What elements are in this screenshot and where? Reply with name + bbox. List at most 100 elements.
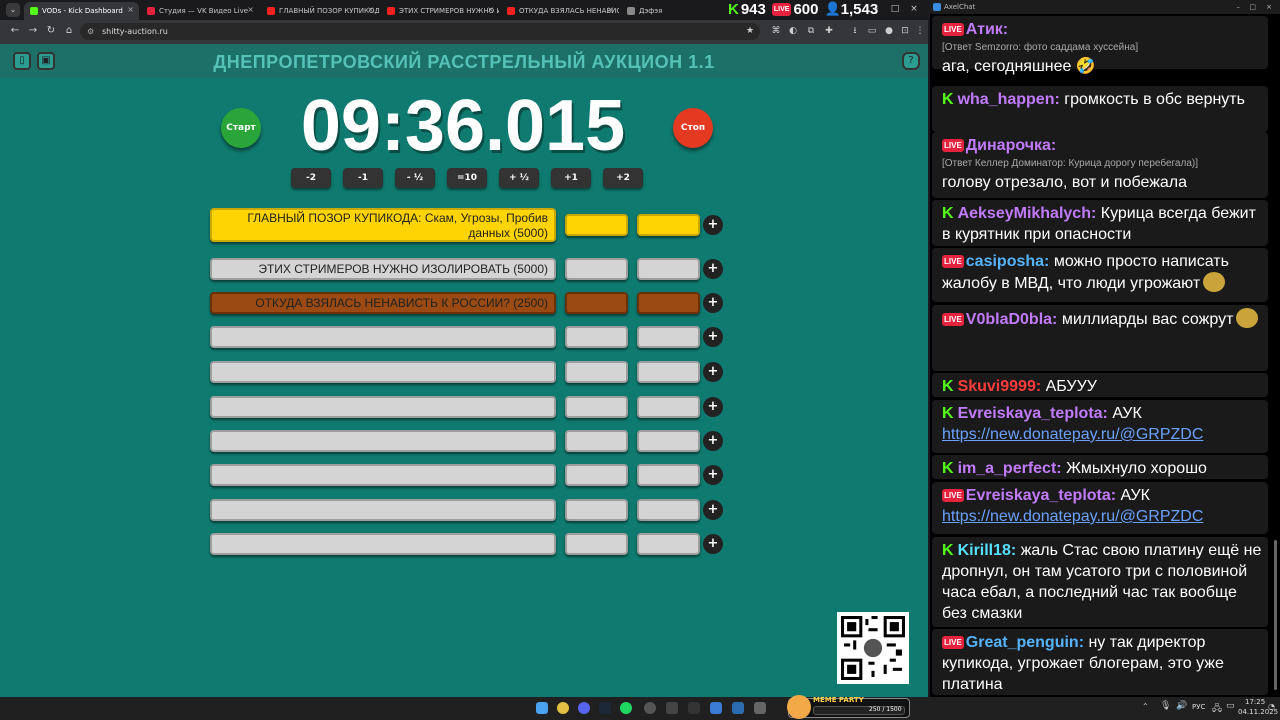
discord-icon[interactable] <box>578 702 590 714</box>
chat-username[interactable]: Kirill18: <box>958 542 1017 559</box>
volume-icon[interactable]: 🔊 <box>1176 701 1187 711</box>
app-icon[interactable] <box>666 702 678 714</box>
lot-name-field[interactable] <box>210 533 556 555</box>
puzzle-icon[interactable]: ✚ <box>823 25 835 37</box>
lot-amount-field[interactable] <box>565 533 628 555</box>
home-icon[interactable]: ⌂ <box>62 24 76 38</box>
clock-time[interactable]: 17:25 <box>1245 698 1265 706</box>
add-to-lot-button[interactable]: + <box>703 259 723 279</box>
lot-add-amount-field[interactable] <box>637 430 700 452</box>
chat-username[interactable]: Атик: <box>966 21 1008 38</box>
lot-add-amount-field[interactable] <box>637 361 700 383</box>
close-icon[interactable]: × <box>367 5 374 14</box>
lot-add-amount-field[interactable] <box>637 499 700 521</box>
lot-add-amount-field[interactable] <box>637 396 700 418</box>
download-icon[interactable]: ⭳ <box>849 25 861 37</box>
lot-amount-field[interactable] <box>565 499 628 521</box>
lot-amount-field[interactable] <box>565 430 628 452</box>
translate-icon[interactable]: ⌘ <box>770 25 782 37</box>
add-to-lot-button[interactable]: + <box>703 327 723 347</box>
lot-amount-field[interactable] <box>565 258 628 280</box>
help-icon[interactable]: ? <box>902 52 920 70</box>
tab-vk-studio[interactable]: Студия — VK Видео Live × <box>141 2 259 20</box>
chat-link[interactable]: https://new.donatepay.ru/@GRPZDC <box>942 508 1203 525</box>
app-icon[interactable] <box>710 702 722 714</box>
add-to-lot-button[interactable]: + <box>703 362 723 382</box>
chat-username[interactable]: Great_penguin: <box>966 634 1084 651</box>
start-menu-icon[interactable] <box>536 702 548 714</box>
minimize-icon[interactable]: – <box>870 3 882 15</box>
reload-icon[interactable]: ↻ <box>44 24 58 38</box>
tab-video-1[interactable]: ГЛАВНЫЙ ПОЗОР КУПИКОДА: Ск× <box>261 2 379 20</box>
steam-icon[interactable] <box>599 702 611 714</box>
address-bar[interactable]: ⚙ shitty-auction.ru <box>80 23 760 40</box>
close-icon[interactable]: × <box>247 5 254 14</box>
lot-name-field[interactable] <box>210 464 556 486</box>
tab-kick-dashboard[interactable]: VODs - Kick Dashboard × <box>24 2 139 20</box>
chat-username[interactable]: AekseyMikhalych: <box>958 205 1097 222</box>
forward-icon[interactable]: → <box>26 24 40 38</box>
time-adjust-button[interactable]: - ½ <box>395 168 435 188</box>
chat-username[interactable]: Динарочка: <box>966 137 1056 154</box>
app-icon[interactable] <box>732 702 744 714</box>
add-to-lot-button[interactable]: + <box>703 215 723 235</box>
minimize-icon[interactable]: – <box>1237 0 1241 14</box>
app-icon[interactable] <box>688 702 700 714</box>
lot-amount-field[interactable] <box>565 292 628 314</box>
lot-add-amount-field[interactable] <box>637 533 700 555</box>
lot-name-field[interactable]: ЭТИХ СТРИМЕРОВ НУЖНО ИЗОЛИРОВАТЬ (5000) <box>210 258 556 280</box>
lot-name-field[interactable] <box>210 396 556 418</box>
lot-name-field[interactable]: ОТКУДА ВЗЯЛАСЬ НЕНАВИСТЬ К РОССИИ? (2500… <box>210 292 556 314</box>
tab-video-3[interactable]: ОТКУДА ВЗЯЛАСЬ НЕНАВИСТЬ× <box>501 2 619 20</box>
profile-icon[interactable]: ● <box>883 25 895 37</box>
stop-button[interactable]: Стоп <box>673 108 713 148</box>
time-adjust-button[interactable]: + ½ <box>499 168 539 188</box>
bookmark-star-icon[interactable]: ★ <box>744 25 756 37</box>
lot-amount-field[interactable] <box>565 396 628 418</box>
lot-name-field[interactable] <box>210 430 556 452</box>
chat-username[interactable]: V0blaD0bla: <box>966 311 1058 328</box>
lot-add-amount-field[interactable] <box>637 464 700 486</box>
maximize-icon[interactable]: □ <box>1249 0 1256 14</box>
site-info-icon[interactable]: ⚙ <box>87 23 94 40</box>
tab-other[interactable]: Дэфэя <box>621 2 721 20</box>
tab-search-icon[interactable]: ⌄ <box>6 3 20 17</box>
chat-username[interactable]: Evreiskaya_teplota: <box>966 487 1116 504</box>
lot-name-field[interactable] <box>210 361 556 383</box>
chat-link[interactable]: https://new.donatepay.ru/@GRPZDC <box>942 426 1203 443</box>
tab-video-2[interactable]: ЭТИХ СТРИМЕРОВ НУЖНО ИЗ × <box>381 2 499 20</box>
close-window-icon[interactable]: × <box>908 3 920 15</box>
lot-name-field[interactable] <box>210 499 556 521</box>
extension-icon[interactable]: ◐ <box>787 25 799 37</box>
obs-icon[interactable] <box>644 702 656 714</box>
close-icon[interactable]: × <box>127 5 134 14</box>
chat-username[interactable]: wha_happen: <box>958 91 1060 108</box>
back-icon[interactable]: ← <box>8 24 22 38</box>
lot-amount-field[interactable] <box>565 214 628 236</box>
lot-amount-field[interactable] <box>565 326 628 348</box>
add-to-lot-button[interactable]: + <box>703 397 723 417</box>
maximize-icon[interactable]: □ <box>889 3 901 15</box>
lot-add-amount-field[interactable] <box>637 292 700 314</box>
add-to-lot-button[interactable]: + <box>703 293 723 313</box>
tray-chevron-icon[interactable]: ⌃ <box>1142 702 1149 711</box>
lot-add-amount-field[interactable] <box>637 258 700 280</box>
menu-icon[interactable]: ⋮ <box>914 25 926 37</box>
chat-username[interactable]: Skuvi9999: <box>958 378 1042 395</box>
close-window-icon[interactable]: × <box>1266 0 1272 14</box>
time-adjust-button[interactable]: =10 <box>447 168 487 188</box>
start-button[interactable]: Старт <box>221 108 261 148</box>
time-adjust-button[interactable]: +2 <box>603 168 643 188</box>
lot-name-field[interactable] <box>210 326 556 348</box>
language-indicator[interactable]: РУС <box>1192 703 1205 711</box>
spotify-icon[interactable] <box>620 702 632 714</box>
network-icon[interactable]: 🖧 <box>1212 701 1222 717</box>
sidebar-icon[interactable]: ▭ <box>866 25 878 37</box>
add-to-lot-button[interactable]: + <box>703 431 723 451</box>
chat-username[interactable]: im_a_perfect: <box>958 460 1062 477</box>
chat-scrollbar[interactable] <box>1274 540 1277 690</box>
close-icon[interactable]: × <box>487 5 494 14</box>
lot-name-field[interactable]: ГЛАВНЫЙ ПОЗОР КУПИКОДА: Скам, Угрозы, Пр… <box>210 208 556 242</box>
lot-add-amount-field[interactable] <box>637 214 700 236</box>
chat-username[interactable]: casiposha: <box>966 253 1050 270</box>
